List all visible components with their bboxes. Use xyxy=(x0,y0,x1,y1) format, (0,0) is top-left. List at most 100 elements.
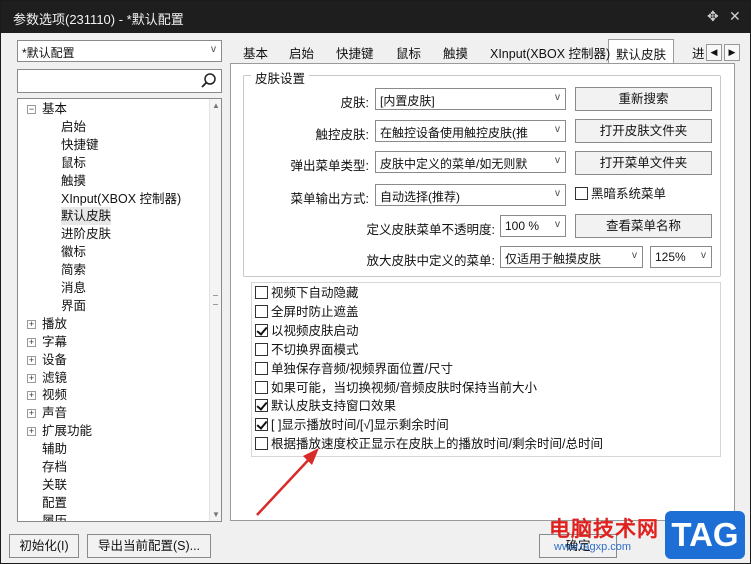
tab-scroll-left-icon[interactable]: ◀ xyxy=(706,44,722,61)
checkbox-label: 单独保存音频/视频界面位置/尺寸 xyxy=(271,361,453,376)
profile-select[interactable]: *默认配置 v xyxy=(17,40,222,62)
checkbox-box[interactable] xyxy=(255,418,268,432)
option-checkbox[interactable]: [ ]显示播放时间/[√]显示剩余时间 xyxy=(255,417,449,435)
expand-icon[interactable]: + xyxy=(27,427,36,437)
scroll-down-icon[interactable]: ▼ xyxy=(212,510,220,519)
scroll-grip[interactable] xyxy=(213,295,218,305)
tree-item[interactable]: 播放 xyxy=(42,315,67,333)
tab[interactable]: 鼠标 xyxy=(396,43,421,63)
checkbox-box[interactable] xyxy=(255,399,268,413)
expand-icon[interactable]: + xyxy=(27,391,36,401)
option-checkbox[interactable]: 如果可能，当切换视频/音频皮肤时保持当前大小 xyxy=(255,380,537,398)
popup-menu-type-label: 弹出菜单类型: xyxy=(290,159,369,173)
tree-item[interactable]: 扩展功能 xyxy=(42,422,92,440)
settings-search-input[interactable] xyxy=(17,69,222,93)
enlarge-menu-select-value: 仅适用于触摸皮肤 xyxy=(505,252,602,266)
menu-opacity-select-value: 100 % xyxy=(505,219,540,233)
chevron-down-icon: v xyxy=(632,250,637,261)
popup-menu-type-select[interactable]: 皮肤中定义的菜单/如无则默 v xyxy=(375,151,566,173)
tree-item[interactable]: 界面 xyxy=(61,297,86,315)
option-checkbox[interactable]: 默认皮肤支持窗口效果 xyxy=(255,398,396,416)
popup-menu-type-select-value: 皮肤中定义的菜单/如无则默 xyxy=(380,157,528,171)
menu-output-select-value: 自动选择(推荐) xyxy=(380,190,460,204)
tree-item[interactable]: 快捷键 xyxy=(61,136,99,154)
tab[interactable]: 默认皮肤 xyxy=(608,39,675,64)
option-checkbox[interactable]: 全屏时防止遮盖 xyxy=(255,304,359,322)
checkbox-box[interactable] xyxy=(575,187,588,200)
option-checkbox[interactable]: 以视频皮肤启动 xyxy=(255,323,359,341)
tree-item[interactable]: 滤镜 xyxy=(42,369,67,387)
expand-icon[interactable]: + xyxy=(27,355,36,365)
search-icon[interactable] xyxy=(200,72,218,90)
tree-item[interactable]: 声音 xyxy=(42,404,67,422)
option-checkbox[interactable]: 不切换界面模式 xyxy=(255,342,359,360)
chevron-down-icon: v xyxy=(701,250,706,261)
tab-scroll-right-icon[interactable]: ▶ xyxy=(724,44,740,61)
preferences-window: 参数选项(231110) - *默认配置 ✥ ✕ *默认配置 v ▲ ▼ − 基本… xyxy=(0,0,751,564)
menu-opacity-select[interactable]: 100 % v xyxy=(500,215,566,237)
expand-icon[interactable]: + xyxy=(27,319,36,329)
checkbox-box[interactable] xyxy=(255,286,268,299)
tree-item[interactable]: 辅助 xyxy=(42,440,67,458)
tree-item[interactable]: 进阶皮肤 xyxy=(61,225,111,243)
tree-scrollbar[interactable]: ▲ ▼ xyxy=(209,99,221,521)
tree-item[interactable]: 配置 xyxy=(42,494,67,512)
tree-item[interactable]: 鼠标 xyxy=(61,154,86,172)
close-icon[interactable]: ✕ xyxy=(729,8,741,25)
skin-select[interactable]: [内置皮肤] v xyxy=(375,88,566,110)
tree-item[interactable]: 存档 xyxy=(42,458,67,476)
menu-output-label: 菜单输出方式: xyxy=(290,192,369,206)
tab[interactable]: 基本 xyxy=(243,43,268,63)
tree-item[interactable]: 视频 xyxy=(42,386,67,404)
watermark-tag-logo: TAG xyxy=(665,511,745,559)
menu-output-select[interactable]: 自动选择(推荐) v xyxy=(375,184,566,206)
tree-item[interactable]: 字幕 xyxy=(42,333,67,351)
initialize-button[interactable]: 初始化(I) xyxy=(9,534,79,558)
watermark-url: www.tagxp.com xyxy=(554,541,632,553)
tree-item[interactable]: 消息 xyxy=(61,279,86,297)
tree-item[interactable]: 简索 xyxy=(61,261,86,279)
expand-icon[interactable]: + xyxy=(27,337,36,347)
tree-item[interactable]: 基本 xyxy=(42,100,67,118)
tab[interactable]: 启始 xyxy=(289,43,314,63)
rescan-button[interactable]: 重新搜索 xyxy=(575,87,712,111)
profile-select-value: *默认配置 xyxy=(22,46,75,60)
tab[interactable]: XInput(XBOX 控制器) xyxy=(490,43,610,63)
checkbox-box[interactable] xyxy=(255,304,268,318)
tree-item[interactable]: 关联 xyxy=(42,476,67,494)
tree-item[interactable]: 默认皮肤 xyxy=(61,207,112,226)
checkbox-box[interactable] xyxy=(255,323,268,337)
option-checkbox[interactable]: 视频下自动隐藏 xyxy=(255,285,359,303)
tree-item[interactable]: 徽标 xyxy=(61,243,86,261)
tree-item[interactable]: 履历 xyxy=(42,512,67,521)
scroll-up-icon[interactable]: ▲ xyxy=(212,101,220,110)
chevron-down-icon: v xyxy=(555,92,560,103)
tab[interactable]: 进 xyxy=(692,43,705,63)
export-config-button[interactable]: 导出当前配置(S)... xyxy=(87,534,211,558)
tab[interactable]: 触摸 xyxy=(443,43,468,63)
touch-skin-select[interactable]: 在触控设备使用触控皮肤(推 v xyxy=(375,120,566,142)
view-menu-name-button[interactable]: 查看菜单名称 xyxy=(575,214,712,238)
expand-icon[interactable]: + xyxy=(27,373,36,383)
tree-item[interactable]: 设备 xyxy=(42,351,67,369)
pin-icon[interactable]: ✥ xyxy=(707,8,719,25)
enlarge-menu-select[interactable]: 仅适用于触摸皮肤 v xyxy=(500,246,643,268)
watermark-text: 电脑技术网 xyxy=(549,518,659,541)
checkbox-box[interactable] xyxy=(255,380,268,394)
window-title: 参数选项(231110) - *默认配置 xyxy=(13,12,184,27)
option-checkbox[interactable]: 单独保存音频/视频界面位置/尺寸 xyxy=(255,361,453,379)
dark-system-menu-checkbox[interactable]: 黑暗系统菜单 xyxy=(575,186,666,204)
tree-item[interactable]: 触摸 xyxy=(61,172,86,190)
open-skin-folder-button[interactable]: 打开皮肤文件夹 xyxy=(575,119,712,143)
expand-icon[interactable]: + xyxy=(27,409,36,419)
collapse-icon[interactable]: − xyxy=(27,105,36,114)
enlarge-scale-select-value: 125% xyxy=(655,250,686,264)
open-menu-folder-button[interactable]: 打开菜单文件夹 xyxy=(575,151,712,175)
tree-item[interactable]: XInput(XBOX 控制器) xyxy=(61,190,181,208)
enlarge-scale-select[interactable]: 125% v xyxy=(650,246,712,268)
checkbox-box[interactable] xyxy=(255,342,268,356)
checkbox-box[interactable] xyxy=(255,361,268,375)
tab[interactable]: 快捷键 xyxy=(336,43,374,63)
tree-item[interactable]: 启始 xyxy=(61,118,86,136)
settings-tree: ▲ ▼ − 基本 启始 快捷键 鼠标 触摸 XInput(XBOX 控制器) 默认皮肤 进阶皮肤… xyxy=(17,98,222,522)
